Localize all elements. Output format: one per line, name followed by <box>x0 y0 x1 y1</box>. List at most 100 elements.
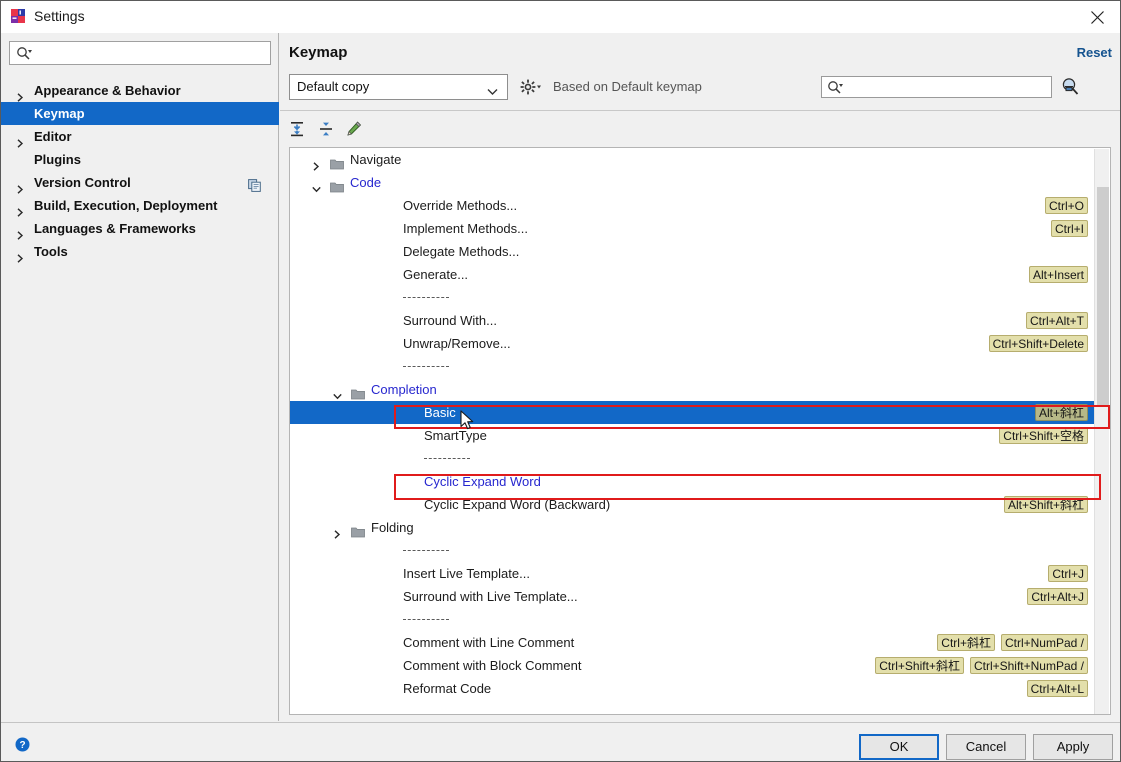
sidebar-item-languages-frameworks[interactable]: Languages & Frameworks <box>1 217 279 240</box>
tree-row-generate[interactable]: Generate... Alt+Insert <box>290 263 1095 286</box>
keymap-toolbar <box>280 111 1120 147</box>
tree-separator <box>290 355 1095 378</box>
tree-row-label: Navigate <box>350 152 402 167</box>
keymap-scheme-value: Default copy <box>297 79 370 94</box>
tree-row-implement-methods[interactable]: Implement Methods... Ctrl+I <box>290 217 1095 240</box>
tree-row-label: Reformat Code <box>403 681 492 696</box>
tree-row-label: Override Methods... <box>403 198 518 213</box>
shortcut-badge: Ctrl+Shift+Delete <box>988 335 1088 352</box>
chevron-right-icon[interactable] <box>16 132 25 148</box>
expand-all-icon[interactable] <box>285 117 309 141</box>
keymap-tree[interactable]: Navigate Code Override Methods... Ctrl+O Imp… <box>289 147 1111 715</box>
chevron-right-icon[interactable] <box>312 155 321 171</box>
tree-row-smarttype[interactable]: SmartType Ctrl+Shift+空格 <box>290 424 1095 447</box>
find-by-shortcut-icon[interactable] <box>1060 77 1079 99</box>
tree-separator-line <box>403 619 449 620</box>
shortcut-badge: Ctrl+Shift+空格 <box>999 427 1088 444</box>
sidebar-item-editor[interactable]: Editor <box>1 125 279 148</box>
tree-row-label: Delegate Methods... <box>403 244 520 259</box>
keymap-scheme-select[interactable]: Default copy <box>289 74 508 100</box>
tree-row-label: Surround With... <box>403 313 497 328</box>
keymap-tree-rows: Navigate Code Override Methods... Ctrl+O Imp… <box>290 148 1095 700</box>
tree-separator <box>290 539 1095 562</box>
chevron-right-icon[interactable] <box>16 224 25 240</box>
chevron-right-icon[interactable] <box>333 523 342 539</box>
sidebar-item-list: Appearance & Behavior Keymap Editor Plugins… <box>1 79 279 263</box>
tree-row-delegate-methods[interactable]: Delegate Methods... <box>290 240 1095 263</box>
tree-row-label: Generate... <box>403 267 469 282</box>
close-icon[interactable] <box>1074 1 1120 33</box>
tree-row-navigate[interactable]: Navigate <box>290 148 1095 171</box>
shortcut-badge: Ctrl+I <box>1050 220 1088 237</box>
tree-row-basic[interactable]: Basic Alt+斜杠 <box>290 401 1095 424</box>
tree-row-cyclic-expand-word-backward[interactable]: Cyclic Expand Word (Backward) Alt+Shift+斜… <box>290 493 1095 516</box>
title-bar: Settings <box>1 1 1120 33</box>
tree-row-code[interactable]: Code <box>290 171 1095 194</box>
sidebar-item-label: Appearance & Behavior <box>34 83 181 98</box>
sidebar-item-label: Editor <box>34 129 72 144</box>
intellij-idea-icon <box>10 8 27 25</box>
shortcut-search-box[interactable] <box>821 76 1052 98</box>
settings-search-input[interactable] <box>38 44 270 64</box>
tree-separator-line <box>403 297 449 298</box>
window-title: Settings <box>34 8 85 24</box>
tree-row-cyclic-expand-word[interactable]: Cyclic Expand Word <box>290 470 1095 493</box>
chevron-right-icon[interactable] <box>16 247 25 263</box>
keymap-panel: Keymap Reset Default copy Based on Defau… <box>280 33 1120 721</box>
tree-scrollbar[interactable] <box>1094 149 1109 714</box>
tree-row-comment-with-block-comment[interactable]: Comment with Block Comment Ctrl+Shift+Num… <box>290 654 1095 677</box>
help-icon[interactable]: ? <box>15 737 30 755</box>
search-icon <box>827 80 843 98</box>
sidebar-item-tools[interactable]: Tools <box>1 240 279 263</box>
shortcut-badge: Ctrl+NumPad / <box>1000 634 1088 651</box>
tree-row-surround-with[interactable]: Surround With... Ctrl+Alt+T <box>290 309 1095 332</box>
sidebar-item-keymap[interactable]: Keymap <box>1 102 279 125</box>
sidebar-item-label: Tools <box>34 244 68 259</box>
based-on-label: Based on Default keymap <box>553 79 702 94</box>
shortcut-badge: Alt+斜杠 <box>1034 404 1088 421</box>
tree-row-label: Insert Live Template... <box>403 566 530 581</box>
gear-dropdown-icon[interactable] <box>520 79 542 98</box>
tree-row-completion[interactable]: Completion <box>290 378 1095 401</box>
tree-row-label: Cyclic Expand Word <box>424 474 541 489</box>
settings-window: Settings Appearance & Behavior Keymap Edit… <box>0 0 1121 762</box>
shortcut-badge: Ctrl+Shift+斜杠 <box>875 657 964 674</box>
chevron-down-icon[interactable] <box>312 178 321 193</box>
tree-scrollbar-thumb[interactable] <box>1097 187 1109 405</box>
dialog-footer: ? OK Cancel Apply <box>1 722 1120 761</box>
shortcut-badge: Ctrl+J <box>1048 565 1088 582</box>
tree-row-override-methods[interactable]: Override Methods... Ctrl+O <box>290 194 1095 217</box>
tree-row-folding[interactable]: Folding <box>290 516 1095 539</box>
shortcut-badge: Ctrl+Alt+J <box>1027 588 1088 605</box>
tree-row-reformat-code[interactable]: Reformat Code Ctrl+Alt+L <box>290 677 1095 700</box>
chevron-right-icon[interactable] <box>16 86 25 102</box>
tree-separator <box>290 447 1095 470</box>
tree-row-comment-with-line-comment[interactable]: Comment with Line Comment Ctrl+NumPad / Ct… <box>290 631 1095 654</box>
reset-link[interactable]: Reset <box>1077 45 1112 60</box>
settings-search-box[interactable] <box>9 41 271 65</box>
tree-separator-line <box>424 458 470 459</box>
chevron-right-icon[interactable] <box>16 178 25 194</box>
tree-row-insert-live-template[interactable]: Insert Live Template... Ctrl+J <box>290 562 1095 585</box>
sidebar-item-version-control[interactable]: Version Control <box>1 171 279 194</box>
chevron-right-icon[interactable] <box>16 201 25 217</box>
tree-row-unwrap-remove[interactable]: Unwrap/Remove... Ctrl+Shift+Delete <box>290 332 1095 355</box>
sidebar-item-label: Languages & Frameworks <box>34 221 196 236</box>
tree-separator-line <box>403 366 449 367</box>
tree-row-surround-with-live-template[interactable]: Surround with Live Template... Ctrl+Alt+J <box>290 585 1095 608</box>
sidebar-item-build-execution-deployment[interactable]: Build, Execution, Deployment <box>1 194 279 217</box>
sidebar-item-appearance-behavior[interactable]: Appearance & Behavior <box>1 79 279 102</box>
tree-row-label: Unwrap/Remove... <box>403 336 511 351</box>
sidebar-item-label: Plugins <box>34 152 81 167</box>
ok-button[interactable]: OK <box>859 734 939 760</box>
edit-shortcut-icon[interactable] <box>342 117 366 141</box>
collapse-all-icon[interactable] <box>314 117 338 141</box>
sidebar-item-plugins[interactable]: Plugins <box>1 148 279 171</box>
cancel-button[interactable]: Cancel <box>946 734 1026 760</box>
shortcut-badge: Ctrl+Alt+T <box>1025 312 1088 329</box>
shortcut-badge: Ctrl+斜杠 <box>937 634 995 651</box>
tree-separator <box>290 608 1095 631</box>
apply-button[interactable]: Apply <box>1033 734 1113 760</box>
shortcut-search-input[interactable] <box>848 78 1050 98</box>
chevron-down-icon[interactable] <box>333 385 342 400</box>
